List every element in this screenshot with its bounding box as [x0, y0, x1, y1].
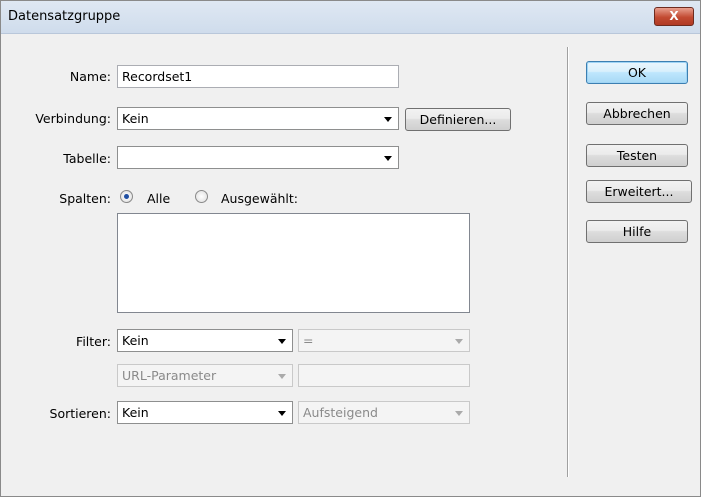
chevron-down-icon	[278, 339, 286, 344]
columns-all-label: Alle	[147, 191, 171, 206]
filter-value-field[interactable]	[298, 364, 470, 387]
sort-order-select[interactable]: Aufsteigend	[298, 401, 470, 424]
filter-operator-value: =	[303, 333, 314, 348]
ok-button[interactable]: OK	[586, 61, 688, 84]
chevron-down-icon	[278, 411, 286, 416]
filter-operator-select[interactable]: =	[298, 329, 470, 352]
table-select[interactable]	[117, 146, 399, 169]
sort-label: Sortieren:	[49, 406, 111, 421]
filter-source-value: URL-Parameter	[122, 368, 217, 383]
chevron-down-icon	[278, 374, 286, 379]
name-label: Name:	[69, 69, 111, 84]
recordset-dialog: Datensatzgruppe X Name: Recordset1 Verbi…	[0, 0, 701, 497]
connection-label: Verbindung:	[35, 111, 111, 126]
define-button[interactable]: Definieren...	[405, 108, 511, 131]
columns-selected-label: Ausgewählt:	[221, 191, 299, 206]
chevron-down-icon	[455, 339, 463, 344]
title-bar: Datensatzgruppe X	[1, 1, 700, 34]
advanced-button[interactable]: Erweitert...	[586, 180, 692, 203]
connection-value: Kein	[122, 111, 149, 126]
filter-column-select[interactable]: Kein	[117, 329, 293, 352]
sort-column-value: Kein	[122, 405, 149, 420]
filter-label: Filter:	[76, 334, 111, 349]
sort-column-select[interactable]: Kein	[117, 401, 293, 424]
chevron-down-icon	[455, 411, 463, 416]
columns-listbox[interactable]	[117, 213, 470, 313]
cancel-button[interactable]: Abbrechen	[586, 102, 688, 125]
columns-all-radio[interactable]	[120, 190, 133, 203]
vertical-separator	[567, 47, 569, 477]
test-button[interactable]: Testen	[586, 144, 688, 167]
table-label: Tabelle:	[63, 151, 111, 166]
columns-label: Spalten:	[59, 191, 111, 206]
columns-selected-radio[interactable]	[195, 190, 208, 203]
help-button[interactable]: Hilfe	[586, 220, 688, 243]
filter-source-select[interactable]: URL-Parameter	[117, 364, 293, 387]
close-button[interactable]: X	[654, 7, 694, 26]
filter-column-value: Kein	[122, 333, 149, 348]
name-field[interactable]: Recordset1	[117, 65, 399, 88]
sort-order-value: Aufsteigend	[303, 405, 378, 420]
close-icon: X	[669, 9, 679, 23]
chevron-down-icon	[384, 117, 392, 122]
connection-select[interactable]: Kein	[117, 107, 399, 130]
chevron-down-icon	[384, 156, 392, 161]
window-title: Datensatzgruppe	[8, 9, 121, 24]
